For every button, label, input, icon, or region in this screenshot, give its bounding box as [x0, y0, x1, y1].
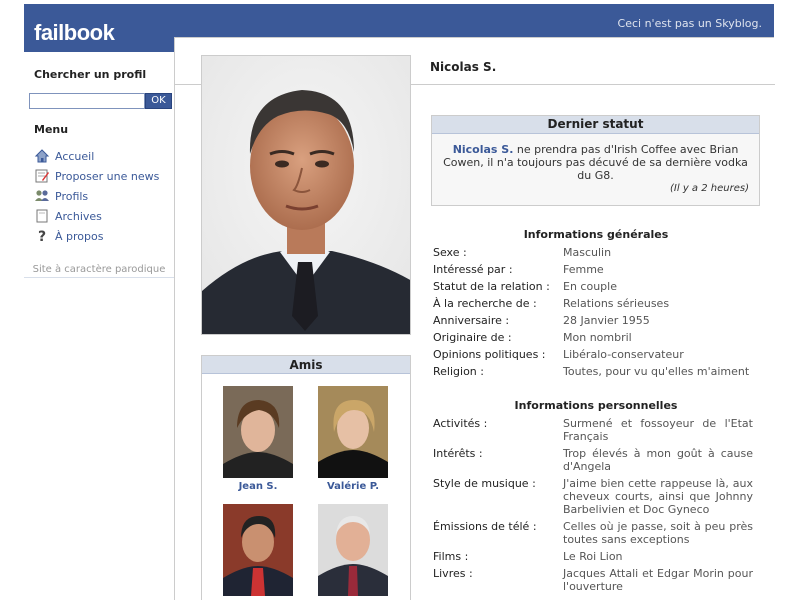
search-title: Chercher un profil	[34, 68, 147, 81]
info-value: Relations sérieuses	[563, 297, 670, 310]
info-row: Émissions de télé : Celles où je passe, s…	[433, 520, 755, 550]
friend-name[interactable]: Valérie P.	[318, 481, 388, 492]
home-icon	[34, 148, 50, 164]
sidebar-item-label[interactable]: Archives	[55, 210, 102, 223]
info-key: Intéressé par :	[433, 263, 513, 276]
info-row: À la recherche de : Relations sérieuses	[433, 297, 755, 314]
friends-title: Amis	[202, 356, 410, 374]
friends-box: Amis Jean S. Valérie P.	[201, 355, 411, 600]
info-row: Opinions politiques : Libéralo-conservate…	[433, 348, 755, 365]
compose-icon	[34, 168, 50, 184]
profile-main: Nicolas S. Amis Jean S. Valérie P. Derni…	[174, 37, 775, 600]
info-key: Livres :	[433, 567, 473, 580]
friend-photo[interactable]	[223, 504, 293, 596]
info-value: 28 Janvier 1955	[563, 314, 650, 327]
friend-name[interactable]: Jean S.	[223, 481, 293, 492]
sidebar-item-archives[interactable]: Archives	[34, 206, 159, 226]
profile-photo[interactable]	[201, 55, 411, 335]
friend-card[interactable]	[318, 504, 388, 599]
info-row: Films : Le Roi Lion	[433, 550, 755, 567]
info-row: Originaire de : Mon nombril	[433, 331, 755, 348]
info-value: Mon nombril	[563, 331, 632, 344]
info-value: Femme	[563, 263, 604, 276]
tagline: Ceci n'est pas un Skyblog.	[617, 17, 762, 30]
archive-icon	[34, 208, 50, 224]
info-value: Toutes, pour vu qu'elles m'aiment	[563, 365, 750, 378]
menu-title: Menu	[34, 123, 69, 136]
info-key: Statut de la relation :	[433, 280, 550, 293]
info-key: Religion :	[433, 365, 484, 378]
profile-name: Nicolas S.	[430, 60, 497, 74]
info-value: Le Roi Lion	[563, 550, 623, 563]
sidebar-menu: Accueil Proposer une news Profils Archiv…	[34, 146, 159, 246]
users-icon	[34, 188, 50, 204]
friend-card[interactable]: Jean S.	[223, 386, 293, 492]
info-value: Celles où je passe, soit à peu près tout…	[563, 520, 753, 546]
status-text: Nicolas S. ne prendra pas d'Irish Coffee…	[432, 134, 759, 182]
parody-notice: Site à caractère parodique	[32, 264, 166, 275]
info-key: Originaire de :	[433, 331, 512, 344]
info-row: Livres : Jacques Attali et Edgar Morin po…	[433, 567, 755, 597]
friend-photo[interactable]	[318, 386, 388, 478]
info-row: Activités : Surmené et fossoyeur de l'Eta…	[433, 417, 755, 447]
site-logo[interactable]: failbook	[34, 20, 115, 46]
help-icon: ?	[34, 228, 50, 245]
general-info: Sexe : Masculin Intéressé par : Femme Stat…	[433, 246, 755, 382]
info-row: Intéressé par : Femme	[433, 263, 755, 280]
sidebar-item-label[interactable]: Accueil	[55, 150, 94, 163]
info-value: Surmené et fossoyeur de l'Etat Français	[563, 417, 753, 443]
info-row: Sexe : Masculin	[433, 246, 755, 263]
search-input[interactable]	[29, 93, 145, 109]
info-row: Anniversaire : 28 Janvier 1955	[433, 314, 755, 331]
info-row: Statut de la relation : En couple	[433, 280, 755, 297]
sidebar-item-a-propos[interactable]: ? À propos	[34, 226, 159, 246]
info-value: Trop élevés à mon goût à cause d'Angela	[563, 447, 753, 473]
friend-card[interactable]	[223, 504, 293, 599]
info-value: Jacques Attali et Edgar Morin pour l'ouv…	[563, 567, 753, 593]
sidebar-item-label[interactable]: À propos	[55, 230, 103, 243]
sidebar-item-proposer-news[interactable]: Proposer une news	[34, 166, 159, 186]
info-value: En couple	[563, 280, 617, 293]
svg-text:?: ?	[38, 229, 46, 244]
friend-photo[interactable]	[223, 386, 293, 478]
status-author-link[interactable]: Nicolas S.	[453, 143, 514, 156]
general-info-title: Informations générales	[523, 228, 669, 241]
status-box: Dernier statut Nicolas S. ne prendra pas…	[431, 115, 760, 206]
info-row: Style de musique : J'aime bien cette rapp…	[433, 477, 755, 520]
info-key: À la recherche de :	[433, 297, 537, 310]
friend-photo[interactable]	[318, 504, 388, 596]
info-key: Sexe :	[433, 246, 467, 259]
info-row: Religion : Toutes, pour vu qu'elles m'aim…	[433, 365, 755, 382]
info-key: Intérêts :	[433, 447, 483, 460]
info-key: Opinions politiques :	[433, 348, 546, 361]
sidebar-item-accueil[interactable]: Accueil	[34, 146, 159, 166]
info-value: Libéralo-conservateur	[563, 348, 684, 361]
friend-card[interactable]: Valérie P.	[318, 386, 388, 492]
sidebar-item-label[interactable]: Proposer une news	[55, 170, 159, 183]
info-value: Masculin	[563, 246, 612, 259]
info-value: J'aime bien cette rappeuse là, aux cheve…	[563, 477, 753, 516]
left-sidebar: Chercher un profil OK Menu Accueil Propo…	[24, 52, 174, 278]
info-row: Intérêts : Trop élevés à mon goût à cause…	[433, 447, 755, 477]
info-key: Émissions de télé :	[433, 520, 537, 533]
search-ok-button[interactable]: OK	[145, 93, 172, 109]
info-key: Films :	[433, 550, 469, 563]
status-title: Dernier statut	[432, 116, 759, 134]
info-key: Activités :	[433, 417, 488, 430]
info-key: Style de musique :	[433, 477, 536, 490]
sidebar-item-label[interactable]: Profils	[55, 190, 88, 203]
page: failbook Ceci n'est pas un Skyblog. Cher…	[0, 0, 800, 600]
sidebar-item-profils[interactable]: Profils	[34, 186, 159, 206]
personal-info-title: Informations personnelles	[514, 399, 678, 412]
status-timestamp: (Il y a 2 heures)	[670, 183, 749, 194]
info-key: Anniversaire :	[433, 314, 510, 327]
personal-info: Activités : Surmené et fossoyeur de l'Eta…	[433, 417, 755, 597]
